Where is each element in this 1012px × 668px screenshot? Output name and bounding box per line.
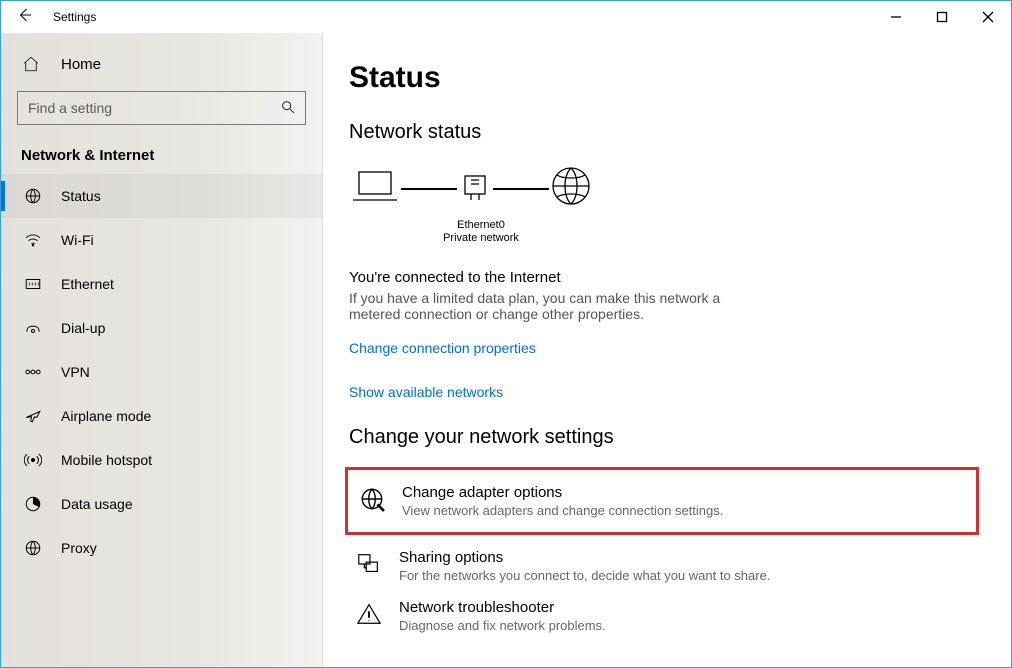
sidebar-item-ethernet[interactable]: Ethernet	[1, 262, 322, 306]
main-content: Status Network status Ethernet0 Private …	[323, 33, 1011, 667]
sidebar-item-status[interactable]: Status	[1, 174, 322, 218]
globe-icon	[23, 187, 43, 205]
adapter-options-icon	[358, 484, 386, 512]
link-show-available-networks[interactable]: Show available networks	[349, 384, 991, 400]
sidebar-item-label: Wi-Fi	[61, 232, 94, 248]
window-title: Settings	[49, 10, 96, 24]
sidebar-item-label: Mobile hotspot	[61, 452, 152, 468]
option-title: Sharing options	[399, 549, 770, 566]
option-desc: For the networks you connect to, decide …	[399, 568, 770, 583]
proxy-icon	[23, 539, 43, 557]
wifi-icon	[23, 231, 43, 249]
option-change-adapter[interactable]: Change adapter options View network adap…	[352, 476, 972, 526]
connected-desc: If you have a limited data plan, you can…	[349, 290, 769, 322]
search-input[interactable]	[17, 91, 306, 125]
router-icon	[457, 168, 493, 209]
sidebar-item-label: Dial-up	[61, 320, 105, 336]
laptop-icon	[349, 166, 401, 211]
close-icon	[982, 11, 994, 23]
status-heading: Network status	[349, 121, 991, 144]
sharing-icon	[355, 549, 383, 577]
sidebar-item-dialup[interactable]: Dial-up	[1, 306, 322, 350]
sidebar-item-label: Status	[61, 188, 101, 204]
option-troubleshooter[interactable]: Network troubleshooter Diagnose and fix …	[349, 591, 991, 641]
sidebar-item-label: Ethernet	[61, 276, 114, 292]
minimize-button[interactable]	[873, 1, 919, 33]
change-settings-heading: Change your network settings	[349, 426, 991, 449]
adapter-profile: Private network	[421, 232, 541, 245]
highlight-box: Change adapter options View network adap…	[345, 467, 979, 535]
minimize-icon	[890, 11, 902, 23]
sidebar-item-hotspot[interactable]: Mobile hotspot	[1, 438, 322, 482]
page-title: Status	[349, 61, 991, 95]
diagram-line	[401, 188, 457, 190]
adapter-name: Ethernet0	[421, 219, 541, 232]
arrow-left-icon	[16, 6, 34, 24]
home-label: Home	[61, 56, 101, 73]
sidebar-item-proxy[interactable]: Proxy	[1, 526, 322, 570]
home-icon	[21, 55, 41, 73]
maximize-icon	[936, 11, 948, 23]
sidebar-item-label: Airplane mode	[61, 408, 151, 424]
diagram-line	[493, 188, 549, 190]
sidebar-item-label: VPN	[61, 364, 90, 380]
section-title: Network & Internet	[1, 147, 322, 174]
option-title: Network troubleshooter	[399, 599, 606, 616]
sidebar-item-airplane[interactable]: Airplane mode	[1, 394, 322, 438]
dialup-icon	[23, 319, 43, 337]
search-container	[17, 91, 306, 125]
home-link[interactable]: Home	[1, 55, 322, 91]
vpn-icon	[23, 364, 43, 380]
maximize-button[interactable]	[919, 1, 965, 33]
sidebar-item-vpn[interactable]: VPN	[1, 350, 322, 394]
sidebar-item-label: Proxy	[61, 540, 97, 556]
close-button[interactable]	[965, 1, 1011, 33]
sidebar-item-wifi[interactable]: Wi-Fi	[1, 218, 322, 262]
sidebar-item-datausage[interactable]: Data usage	[1, 482, 322, 526]
network-diagram	[349, 164, 991, 213]
search-icon	[280, 99, 296, 120]
warning-triangle-icon	[355, 599, 383, 627]
link-change-connection-props[interactable]: Change connection properties	[349, 340, 991, 356]
option-title: Change adapter options	[402, 484, 723, 501]
ethernet-icon	[23, 275, 43, 293]
connected-title: You're connected to the Internet	[349, 269, 991, 286]
titlebar: Settings	[1, 1, 1011, 33]
hotspot-icon	[23, 451, 43, 469]
data-usage-icon	[23, 495, 43, 513]
option-desc: Diagnose and fix network problems.	[399, 618, 606, 633]
settings-window: Settings Home N	[0, 0, 1012, 668]
back-button[interactable]	[1, 6, 49, 29]
airplane-icon	[23, 407, 43, 425]
globe-large-icon	[549, 164, 593, 213]
option-desc: View network adapters and change connect…	[402, 503, 723, 518]
sidebar: Home Network & Internet Status Wi-Fi	[1, 33, 323, 667]
adapter-label: Ethernet0 Private network	[421, 219, 541, 245]
sidebar-item-label: Data usage	[61, 496, 133, 512]
option-sharing[interactable]: Sharing options For the networks you con…	[349, 541, 991, 591]
